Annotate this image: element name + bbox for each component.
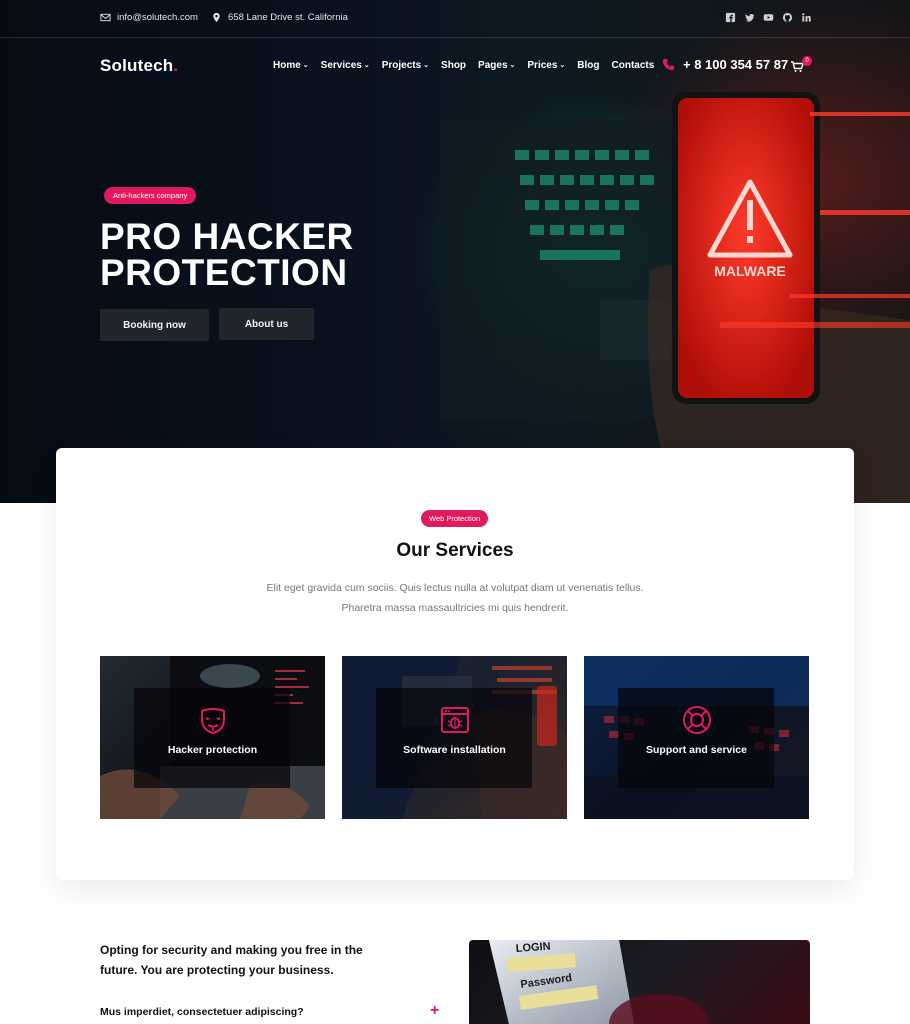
accordion-question[interactable]: Mus imperdiet, consectetuer adipiscing? — [100, 1006, 304, 1018]
top-bar: info@solutech.com 658 Lane Drive st. Cal… — [0, 0, 910, 38]
hero-title-line1: PRO HACKER — [100, 216, 354, 257]
nav-item-blog[interactable]: Blog — [577, 60, 599, 71]
chevron-down-icon: ⌄ — [363, 61, 370, 69]
about-title: Opting for security and making you free … — [100, 943, 363, 977]
github-icon[interactable] — [782, 12, 793, 23]
address-text: 658 Lane Drive st. California — [228, 12, 348, 23]
service-overlay — [134, 688, 290, 788]
nav-label: Pages — [478, 60, 508, 71]
hero-badge: Anti-hackers company — [104, 187, 197, 204]
services-badge: Web Protection — [421, 510, 489, 527]
contact-address: 658 Lane Drive st. California — [211, 12, 348, 23]
social-links — [725, 12, 812, 23]
hero-title-line2: PROTECTION — [100, 252, 348, 293]
svg-text:MALWARE: MALWARE — [714, 263, 786, 279]
service-tile-support-and-service[interactable]: Support and service — [584, 656, 809, 819]
nav-label: Shop — [441, 60, 467, 71]
nav-label: Blog — [577, 60, 600, 71]
services-desc-line2: Pharetra massa massaultricies mi quis he… — [341, 602, 569, 614]
map-pin-icon — [213, 12, 220, 23]
chevron-down-icon: ⌄ — [423, 61, 430, 69]
nav-item-projects[interactable]: Projects ⌄ — [382, 60, 429, 71]
service-label: Support and service — [646, 744, 747, 756]
chevron-down-icon: ⌄ — [509, 61, 516, 69]
plus-icon[interactable]: + — [430, 1002, 439, 1020]
nav-label: Prices — [527, 60, 558, 71]
nav-item-contacts[interactable]: Contacts — [612, 60, 655, 71]
service-label: Hacker protection — [167, 744, 258, 756]
svg-text:LOGIN: LOGIN — [515, 941, 551, 955]
email-text: info@solutech.com — [117, 12, 198, 23]
services-desc-line1: Elit eget gravida cum sociis. Quis lectu… — [266, 582, 644, 594]
about-us-button[interactable]: About us — [219, 308, 314, 340]
nav-item-shop[interactable]: Shop — [441, 60, 466, 71]
hero-section: MALWARE info@solutech.com 658 Lane Drive… — [0, 0, 910, 503]
contact-email[interactable]: info@solutech.com — [100, 12, 198, 23]
nav-label: Home — [273, 60, 301, 71]
chevron-down-icon: ⌄ — [559, 61, 566, 69]
chevron-down-icon: ⌄ — [302, 61, 309, 69]
nav-item-pages[interactable]: Pages ⌄ — [478, 60, 515, 71]
nav-item-home[interactable]: Home ⌄ — [273, 60, 309, 71]
nav-label: Contacts — [611, 60, 655, 71]
nav-item-services[interactable]: Services ⌄ — [321, 60, 370, 71]
nav-item-prices[interactable]: Prices ⌄ — [527, 60, 565, 71]
service-tile-hacker-protection[interactable]: Hacker protection — [100, 656, 325, 819]
site-logo[interactable]: Solutech. — [100, 56, 178, 76]
login-photo-image: LOGIN Password — [489, 940, 709, 1024]
service-overlay — [618, 688, 774, 788]
mask-icon — [200, 708, 225, 735]
booking-button[interactable]: Booking now — [100, 309, 209, 341]
phone-icon — [662, 58, 675, 71]
bug-window-icon — [440, 707, 469, 733]
twitter-icon[interactable] — [744, 12, 755, 23]
lifebuoy-icon — [682, 706, 711, 734]
login-security-image: LOGIN Password — [469, 940, 810, 1024]
header-phone[interactable]: + 8 100 354 57 87 — [662, 57, 788, 72]
envelope-icon — [100, 13, 111, 22]
nav-label: Projects — [381, 60, 422, 71]
service-tile-software-installation[interactable]: Software installation — [342, 656, 567, 819]
logo-dot: . — [173, 56, 179, 75]
logo-text: Solutech — [100, 56, 174, 75]
hero-title: PRO HACKER PROTECTION — [100, 216, 400, 293]
services-description: Elit eget gravida cum sociis. Quis lectu… — [0, 578, 910, 618]
services-title: Our Services — [396, 540, 514, 561]
youtube-icon[interactable] — [763, 12, 774, 23]
nav-label: Services — [320, 60, 362, 71]
primary-nav: Home ⌄ Services ⌄ Projects ⌄ Shop Pages ⌄ Pr… — [273, 60, 666, 71]
service-label: Software installation — [403, 744, 506, 756]
cart-count-badge: 0 — [802, 56, 812, 66]
linkedin-icon[interactable] — [801, 12, 812, 23]
service-overlay — [376, 688, 532, 788]
facebook-icon[interactable] — [725, 12, 736, 23]
phone-number: + 8 100 354 57 87 — [683, 57, 789, 72]
main-navbar: Solutech. Home ⌄ Services ⌄ Projects ⌄ Shop… — [0, 38, 910, 94]
